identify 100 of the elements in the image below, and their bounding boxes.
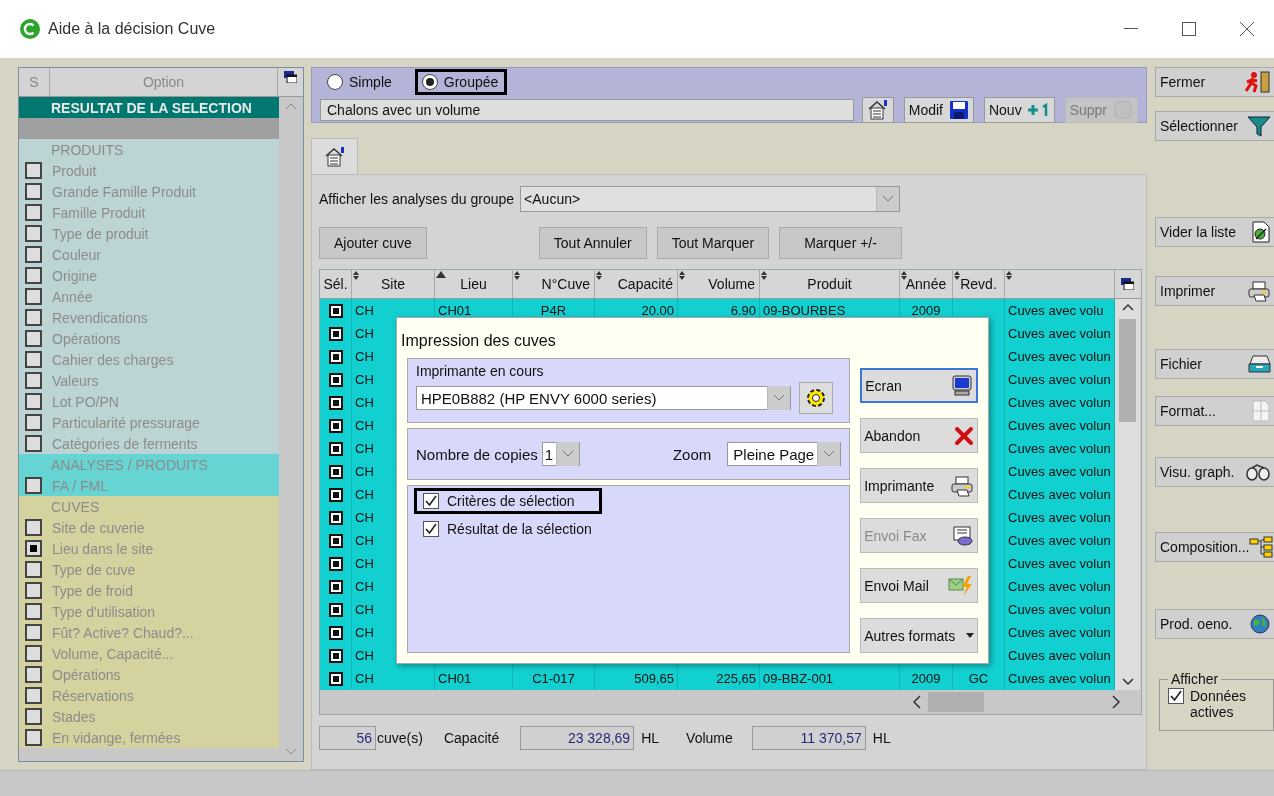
- close-icon[interactable]: [1240, 22, 1254, 36]
- row-checkbox[interactable]: [328, 602, 343, 617]
- scrollbar-thumb[interactable]: [928, 692, 984, 712]
- side-button[interactable]: Format...: [1155, 396, 1274, 426]
- checkbox[interactable]: [25, 435, 42, 452]
- maximize-icon[interactable]: [1182, 22, 1196, 36]
- checkbox[interactable]: [25, 666, 42, 683]
- checkbox[interactable]: [25, 561, 42, 578]
- checkbox[interactable]: [25, 687, 42, 704]
- side-button[interactable]: Fichier: [1155, 349, 1274, 379]
- checkbox[interactable]: [25, 414, 42, 431]
- side-button[interactable]: Imprimer: [1155, 276, 1274, 306]
- column-header[interactable]: Année: [900, 270, 953, 298]
- checkbox[interactable]: [25, 372, 42, 389]
- column-header[interactable]: Sél.: [320, 270, 352, 298]
- dialog-button[interactable]: Envoi Mail: [860, 568, 978, 603]
- column-header[interactable]: Site: [352, 270, 435, 298]
- checkbox[interactable]: [25, 645, 42, 662]
- radio-option[interactable]: Simple: [320, 69, 401, 95]
- row-checkbox[interactable]: [328, 441, 343, 456]
- printer-dropdown[interactable]: HPE0B882 (HP ENVY 6000 series): [416, 386, 791, 410]
- scrollbar-thumb[interactable]: [1119, 319, 1136, 422]
- row-checkbox[interactable]: [328, 464, 343, 479]
- side-button[interactable]: Vider la liste: [1155, 217, 1274, 247]
- column-header[interactable]: N°Cuve: [513, 270, 595, 298]
- row-checkbox[interactable]: [328, 579, 343, 594]
- checkbox[interactable]: [25, 624, 42, 641]
- column-header[interactable]: Revd.: [953, 270, 1005, 298]
- dialog-button[interactable]: Imprimante: [860, 468, 978, 503]
- row-checkbox[interactable]: [328, 372, 343, 387]
- vertical-scrollbar[interactable]: [1115, 299, 1140, 690]
- checkbox[interactable]: [423, 493, 439, 509]
- checkbox[interactable]: [25, 267, 42, 284]
- column-header[interactable]: Capacité: [595, 270, 678, 298]
- row-checkbox[interactable]: [328, 487, 343, 502]
- checkbox[interactable]: [25, 540, 42, 557]
- checkbox[interactable]: [25, 183, 42, 200]
- checkbox[interactable]: [25, 204, 42, 221]
- table-row[interactable]: CH CH01 C1-017 509,65 225,65 09-BBZ-001 2009 GC Cuves avec volun: [320, 667, 1115, 690]
- row-checkbox[interactable]: [328, 303, 343, 318]
- checkbox[interactable]: [25, 309, 42, 326]
- action-button[interactable]: Tout Marquer: [656, 227, 770, 259]
- zoom-dropdown[interactable]: Pleine Page: [727, 442, 842, 466]
- checkbox[interactable]: [25, 603, 42, 620]
- checkbox[interactable]: [25, 162, 42, 179]
- row-checkbox[interactable]: [328, 326, 343, 341]
- side-button[interactable]: Fermer: [1155, 67, 1274, 97]
- checkbox[interactable]: [25, 288, 42, 305]
- checkbox[interactable]: [25, 393, 42, 410]
- row-checkbox[interactable]: [328, 349, 343, 364]
- group-dropdown[interactable]: <Aucun>: [520, 186, 901, 212]
- toolbar-button[interactable]: Modif: [903, 97, 974, 123]
- action-button[interactable]: Ajouter cuve: [319, 227, 427, 259]
- action-button[interactable]: Marquer +/-: [779, 227, 902, 259]
- toolbar-button[interactable]: Nouv: [983, 97, 1055, 123]
- checkbox[interactable]: [25, 582, 42, 599]
- row-checkbox[interactable]: [328, 533, 343, 548]
- chevron-left-icon[interactable]: [912, 695, 922, 709]
- row-checkbox[interactable]: [328, 510, 343, 525]
- house-list-icon: [866, 100, 889, 120]
- checkbox[interactable]: [25, 330, 42, 347]
- settings-button[interactable]: [799, 382, 833, 414]
- table-cell: 509,65: [634, 671, 674, 686]
- chevron-right-icon[interactable]: [1111, 695, 1121, 709]
- checkbox[interactable]: [1168, 688, 1184, 704]
- checkbox[interactable]: [423, 521, 439, 537]
- action-button[interactable]: Tout Annuler: [538, 227, 647, 259]
- checkbox[interactable]: [25, 477, 42, 494]
- checkbox[interactable]: [25, 729, 42, 746]
- side-button[interactable]: Prod. oeno.: [1155, 609, 1274, 639]
- radio-option[interactable]: Groupée: [414, 69, 508, 95]
- copies-dropdown[interactable]: 1: [541, 442, 581, 466]
- column-header[interactable]: Lieu: [435, 270, 513, 298]
- option-label[interactable]: Données actives: [1190, 688, 1267, 720]
- dialog-button[interactable]: Abandon: [860, 418, 978, 453]
- group-name-field[interactable]: Chalons avec un volume: [320, 99, 854, 121]
- dialog-button[interactable]: Ecran: [860, 368, 978, 403]
- row-checkbox[interactable]: [328, 418, 343, 433]
- checkbox[interactable]: [25, 225, 42, 242]
- row-checkbox[interactable]: [328, 625, 343, 640]
- horizontal-scrollbar[interactable]: [320, 690, 1141, 714]
- window-title: Aide à la décision Cuve: [48, 20, 217, 38]
- checkbox[interactable]: [25, 708, 42, 725]
- row-checkbox[interactable]: [328, 556, 343, 571]
- minimize-icon[interactable]: [1124, 28, 1138, 30]
- row-checkbox[interactable]: [328, 648, 343, 663]
- column-header[interactable]: Volume: [678, 270, 760, 298]
- side-button[interactable]: Visu. graph.: [1155, 457, 1274, 487]
- column-header[interactable]: Produit: [760, 270, 900, 298]
- checkbox[interactable]: [25, 351, 42, 368]
- icon-button[interactable]: [861, 97, 894, 123]
- row-checkbox[interactable]: [328, 395, 343, 410]
- side-button[interactable]: Composition...: [1155, 532, 1274, 562]
- checkbox[interactable]: [25, 246, 42, 263]
- tab[interactable]: [311, 138, 358, 174]
- checkbox[interactable]: [25, 519, 42, 536]
- option-label[interactable]: Résultat de la sélection: [447, 521, 592, 537]
- dialog-button[interactable]: Autres formats: [860, 618, 978, 653]
- row-checkbox[interactable]: [328, 671, 343, 686]
- side-button[interactable]: Sélectionner: [1155, 111, 1274, 141]
